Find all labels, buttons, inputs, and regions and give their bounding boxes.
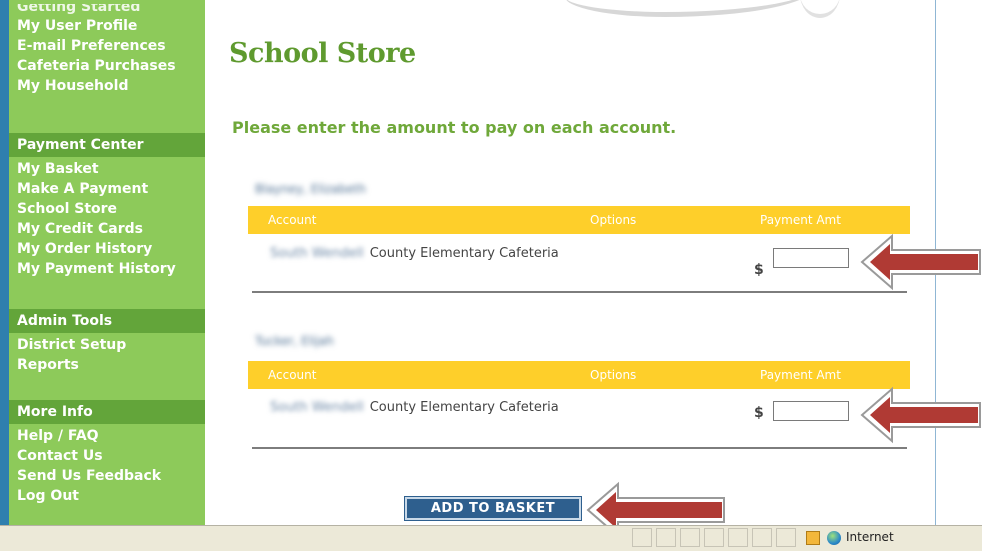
row-divider [252, 447, 907, 449]
account-table-header: Account Options Payment Amt [248, 206, 910, 234]
column-header-account: Account [268, 368, 317, 382]
admin-tools-header: Admin Tools [9, 309, 205, 333]
column-header-options: Options [590, 213, 637, 227]
sidebar-link-send-feedback[interactable]: Send Us Feedback [17, 466, 207, 486]
payment-amount-input[interactable] [773, 248, 849, 268]
header-decoration-small [800, 0, 840, 18]
admin-tools-links: District Setup Reports [17, 335, 207, 375]
student-name: Tucker, Elijah [255, 334, 334, 348]
account-table-header: Account Options Payment Amt [248, 361, 910, 389]
status-bar-pane [680, 528, 700, 547]
student-name: Blayney, Elizabeth [255, 182, 366, 196]
payment-center-header: Payment Center [9, 133, 205, 157]
sidebar-link-email-preferences[interactable]: E-mail Preferences [17, 36, 207, 56]
arrow-left-icon [860, 233, 981, 291]
sidebar-link-help-faq[interactable]: Help / FAQ [17, 426, 207, 446]
sidebar-link-my-credit-cards[interactable]: My Credit Cards [17, 219, 207, 239]
column-header-options: Options [590, 368, 637, 382]
header-decoration [565, 0, 815, 17]
column-header-account: Account [268, 213, 317, 227]
status-bar-pane [728, 528, 748, 547]
row-divider [252, 291, 907, 293]
sidebar-edge-stripe [0, 0, 9, 550]
sidebar-link-cafeteria-purchases[interactable]: Cafeteria Purchases [17, 56, 207, 76]
sidebar-link-my-user-profile[interactable]: My User Profile [17, 16, 207, 36]
sidebar-link-district-setup[interactable]: District Setup [17, 335, 207, 355]
sidebar-link-reports[interactable]: Reports [17, 355, 207, 375]
school-name: County Elementary Cafeteria [369, 246, 559, 261]
school-prefix-redacted: South Wendell [270, 400, 364, 415]
sidebar-link-log-out[interactable]: Log Out [17, 486, 207, 506]
sidebar-link-getting-started[interactable]: Getting Started [17, 4, 207, 16]
status-bar-pane [776, 528, 796, 547]
lock-icon [806, 531, 820, 545]
status-bar-pane [632, 528, 652, 547]
sidebar-link-my-order-history[interactable]: My Order History [17, 239, 207, 259]
account-row: South Wendell County Elementary Cafeteria [270, 246, 559, 261]
instruction-text: Please enter the amount to pay on each a… [232, 118, 677, 137]
column-header-payment-amt: Payment Amt [760, 368, 841, 382]
sidebar-link-contact-us[interactable]: Contact Us [17, 446, 207, 466]
account-links: Getting Started My User Profile E-mail P… [17, 4, 207, 96]
payment-center-links: My Basket Make A Payment School Store My… [17, 159, 207, 279]
currency-symbol: $ [754, 262, 764, 278]
status-bar-pane [704, 528, 724, 547]
sidebar-link-make-a-payment[interactable]: Make A Payment [17, 179, 207, 199]
more-info-header: More Info [9, 400, 205, 424]
internet-globe-icon [827, 531, 841, 545]
sidebar-link-my-household[interactable]: My Household [17, 76, 207, 96]
account-row: South Wendell County Elementary Cafeteria [270, 400, 559, 415]
school-prefix-redacted: South Wendell [270, 246, 364, 261]
payment-amount-input[interactable] [773, 401, 849, 421]
arrow-left-icon [860, 386, 981, 444]
security-zone-label: Internet [846, 530, 894, 544]
status-bar-pane [656, 528, 676, 547]
page-title: School Store [229, 38, 416, 69]
school-name: County Elementary Cafeteria [369, 400, 559, 415]
column-header-payment-amt: Payment Amt [760, 213, 841, 227]
sidebar-link-school-store[interactable]: School Store [17, 199, 207, 219]
sidebar-link-my-payment-history[interactable]: My Payment History [17, 259, 207, 279]
status-bar-pane [752, 528, 772, 547]
sidebar-link-my-basket[interactable]: My Basket [17, 159, 207, 179]
currency-symbol: $ [754, 405, 764, 421]
more-info-links: Help / FAQ Contact Us Send Us Feedback L… [17, 426, 207, 506]
add-to-basket-button[interactable]: ADD TO BASKET [404, 496, 582, 521]
